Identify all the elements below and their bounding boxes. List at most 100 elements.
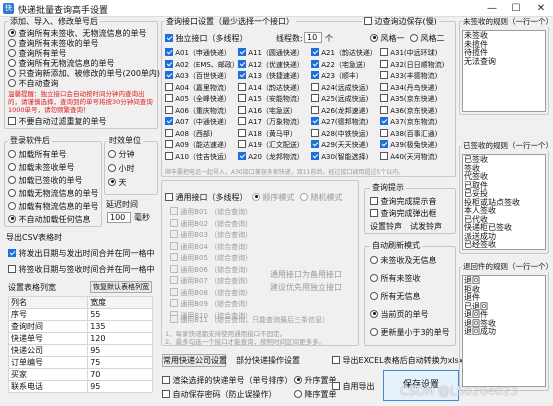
add-import-option-radio[interactable] [8, 38, 16, 47]
interface-option-checkbox[interactable] [165, 105, 173, 114]
interface-option[interactable]: A11（圆通快递） [238, 48, 304, 58]
table-row[interactable]: 查询时间 135 [7, 320, 153, 333]
table-row[interactable]: 序号 55 [7, 308, 153, 321]
interface-option-checkbox[interactable] [380, 128, 388, 137]
desc-radio[interactable] [294, 389, 302, 398]
interface-option-checkbox[interactable] [311, 82, 319, 91]
partial-settings-link[interactable]: 部分快递操作设置 [236, 356, 300, 366]
interface-option[interactable]: A16（宅急送） [238, 105, 297, 116]
common-interface-last[interactable]: 通用B11 （综合查询，只能查询最后三条信息） [170, 315, 329, 325]
seq-mode-radio[interactable] [252, 192, 260, 201]
interface-option[interactable]: A04（嘉里物流） [165, 82, 231, 93]
column-width-cell[interactable]: 75 [87, 356, 153, 369]
interface-option[interactable]: A08（西部) [165, 128, 213, 139]
interface-option-checkbox[interactable] [165, 151, 173, 160]
interface-option[interactable]: A03（百世快递） [165, 71, 231, 81]
login-option-radio[interactable] [8, 149, 16, 158]
interface-option[interactable]: A33(丰德物流) [380, 71, 437, 81]
interface-option-checkbox[interactable] [311, 140, 319, 148]
login-option-radio[interactable] [8, 201, 16, 210]
interface-option-checkbox[interactable] [238, 117, 246, 125]
login-option-radio[interactable] [8, 214, 16, 223]
add-import-option-radio[interactable] [8, 68, 16, 77]
auto-refresh-option-radio[interactable] [370, 291, 378, 300]
common-interface-checkbox[interactable] [170, 287, 178, 296]
common-interface-option[interactable]: 通用B01 （综合查询） [170, 207, 252, 217]
interface-option-checkbox[interactable] [380, 48, 388, 56]
interface-option-checkbox[interactable] [380, 94, 388, 102]
interface-option[interactable]: A13（快捷速递） [238, 71, 304, 81]
interface-option-checkbox[interactable] [238, 82, 246, 91]
interface-option-checkbox[interactable] [165, 117, 173, 125]
interface-option[interactable]: A01（申通快递） [165, 48, 231, 58]
signed-textarea[interactable]: 已签收 签收 代签收 已取件 已妥投 投柜或站点签收 本人签收 已代收 快递柜已签收 派送成功 已经… [462, 154, 546, 250]
interface-option[interactable]: A34(丹鸟快递) [380, 82, 437, 93]
time-unit-option-radio[interactable] [108, 177, 116, 186]
column-width-cell[interactable]: 135 [87, 320, 153, 333]
interface-option[interactable]: A09（能达速递） [165, 140, 231, 150]
interface-option-checkbox[interactable] [380, 59, 388, 68]
interface-option[interactable]: A17（万象物流） [238, 117, 304, 127]
add-import-option[interactable]: 查询所有未签收的单号 [8, 38, 99, 49]
common-checkbox[interactable] [165, 192, 173, 201]
time-unit-option-radio[interactable] [108, 149, 116, 158]
interface-option-checkbox[interactable] [165, 140, 173, 148]
interface-option[interactable]: A14（韵达快递） [238, 82, 304, 93]
auto-refresh-option-radio[interactable] [370, 327, 378, 336]
common-interface-last-checkbox[interactable] [170, 315, 178, 323]
common-interface-option[interactable]: 通用B07 （综合查询） [170, 276, 252, 286]
interface-option[interactable]: A32(日日顺物流) [380, 59, 444, 70]
table-row[interactable]: 订单编号 75 [7, 356, 153, 369]
interface-option-checkbox[interactable] [380, 140, 388, 148]
style1-option[interactable]: 风格一 [370, 33, 405, 44]
csv-option[interactable]: 将发出日期与发出时间合并在同一格中 [8, 248, 155, 259]
auto-sync-checkbox[interactable] [332, 381, 340, 390]
add-import-option-radio[interactable] [8, 48, 16, 57]
style1-radio[interactable] [370, 33, 378, 42]
common-interface-checkbox[interactable] [170, 264, 178, 273]
return-textarea[interactable]: 退回 拒收 退件 已退回 退回件 退回签收 退回成功 [462, 275, 546, 387]
csv-option[interactable]: 将签收日期与签收时间合并在同一格中 [8, 264, 155, 275]
auto-refresh-option[interactable]: 所有无信息 [370, 291, 421, 302]
interface-option[interactable]: A36(京东快递) [380, 105, 437, 116]
add-import-option[interactable]: 查询所有无物流信息的单号 [8, 58, 115, 69]
interface-option[interactable]: A06（重庆物流） [165, 105, 231, 116]
standalone-checkbox[interactable] [165, 33, 173, 42]
common-interface-option[interactable]: 通用B08 （综合查询） [170, 287, 252, 298]
interface-option[interactable]: A10（佳吉快运） [165, 151, 231, 162]
interface-option[interactable]: A05（全峰快递） [165, 94, 231, 104]
interface-option[interactable]: A25(远成快运) [311, 94, 368, 104]
interface-option-checkbox[interactable] [238, 48, 246, 56]
interface-option[interactable]: A07（中通快递） [165, 117, 231, 127]
login-option-radio[interactable] [8, 175, 16, 184]
set-sound-link[interactable]: 设置铃声 [370, 222, 402, 232]
auto-refresh-option[interactable]: 当前页的单号 [370, 309, 429, 320]
interface-option[interactable]: A37(京东物流) [380, 117, 437, 127]
interface-option-checkbox[interactable] [165, 94, 173, 102]
interface-option[interactable]: A38(百事汇通) [380, 128, 437, 139]
login-option[interactable]: 加载已签收的单号 [8, 175, 83, 186]
table-row[interactable]: 快递公司 95 [7, 344, 153, 357]
time-unit-option[interactable]: 小时 [108, 163, 135, 174]
interface-option-checkbox[interactable] [238, 71, 246, 79]
common-interface-checkbox[interactable] [170, 241, 178, 250]
interface-option-checkbox[interactable] [311, 48, 319, 56]
login-option[interactable]: 不自动加载任何信息 [8, 214, 91, 225]
auto-refresh-option[interactable]: 更新量小于3的单号 [370, 327, 450, 338]
interface-option[interactable]: A20（龙邦物流） [238, 151, 304, 162]
common-interface-checkbox[interactable] [170, 299, 178, 307]
query-hint-option[interactable]: 查询完成弹出框 [370, 208, 437, 219]
column-width-cell[interactable]: 55 [87, 308, 153, 321]
interface-option-checkbox[interactable] [238, 151, 246, 160]
interface-option[interactable]: A40(天河物流) [380, 151, 437, 162]
time-unit-option-radio[interactable] [108, 163, 116, 172]
interface-option-checkbox[interactable] [238, 128, 246, 137]
common-interface-option[interactable]: 通用B03 （综合查询） [170, 230, 252, 240]
maximize-button[interactable]: ☐ [504, 0, 528, 17]
add-import-option[interactable]: 查询所有未签收、无物流信息的单号 [8, 28, 147, 39]
thread-input[interactable]: 10 [304, 32, 322, 43]
column-width-cell[interactable]: 70 [87, 368, 153, 381]
query-hint-option-checkbox[interactable] [370, 196, 378, 205]
table-row[interactable]: 快递单号 120 [7, 332, 153, 345]
interface-option[interactable]: A26(龙邦速递) [311, 105, 368, 116]
